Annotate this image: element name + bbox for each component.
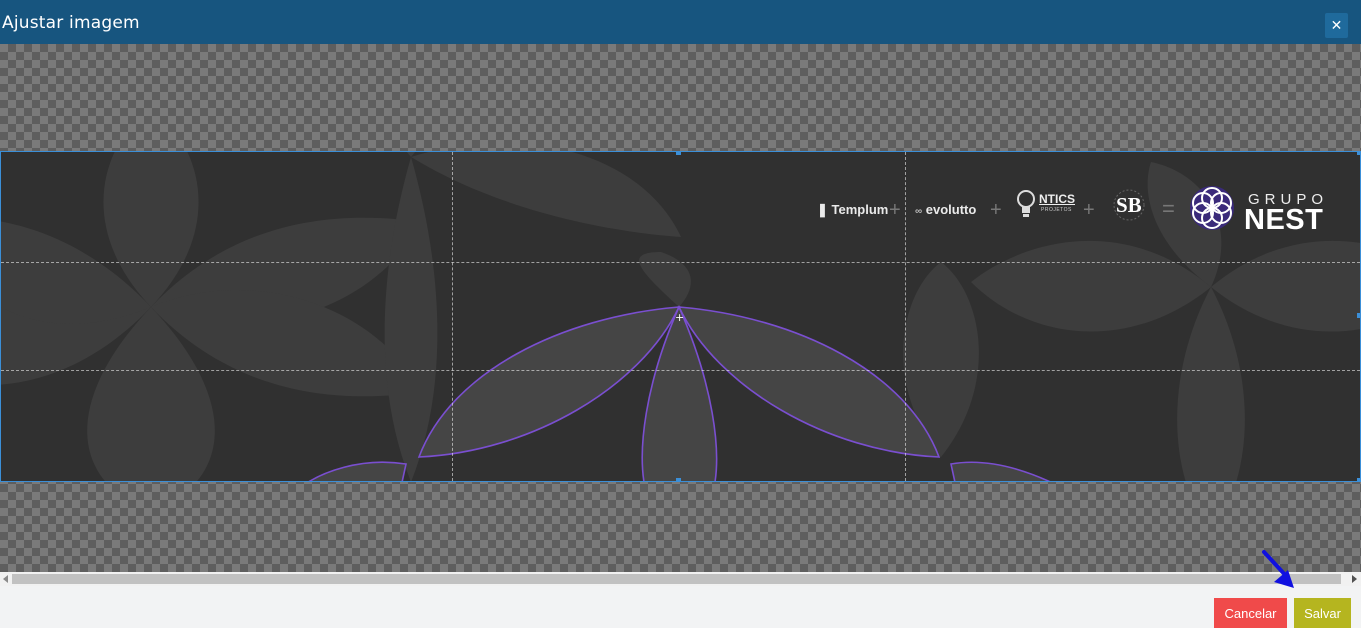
evolutto-mark-icon: ∞ — [915, 206, 923, 217]
crop-handle-top-right[interactable] — [1357, 152, 1360, 155]
plus-sign-2: + — [990, 199, 1002, 221]
templum-mark-icon: ❚ — [817, 202, 828, 217]
cancel-button[interactable]: Cancelar — [1214, 598, 1287, 628]
crop-handle-right[interactable] — [1357, 313, 1360, 318]
sb-logo: SB — [1111, 187, 1151, 223]
crop-handle-bottom-right[interactable] — [1357, 478, 1360, 481]
crop-area[interactable]: + ❚ Templum + ∞ evolutto + NTICS PROJETO… — [0, 151, 1361, 482]
grid-line-v1 — [452, 152, 453, 481]
equals-sign: = — [1162, 196, 1175, 221]
scroll-left-icon[interactable] — [3, 575, 8, 583]
plus-sign-3: + — [1083, 199, 1095, 221]
crop-handle-top[interactable] — [676, 152, 681, 155]
grupo-nest-logo: GRUPO NEST — [1188, 182, 1323, 236]
grid-line-h2 — [1, 370, 1360, 371]
dialog-title: Ajustar imagem — [2, 13, 140, 33]
partner-logos: ❚ Templum + ∞ evolutto + NTICS PROJETOS … — [817, 182, 1337, 242]
templum-logo: ❚ Templum — [817, 202, 889, 217]
evolutto-logo: ∞ evolutto — [915, 202, 977, 217]
nest-flower-icon — [1190, 186, 1234, 230]
close-icon: ✕ — [1330, 17, 1343, 34]
pointer-arrow-icon — [1262, 550, 1294, 588]
save-button[interactable]: Salvar — [1294, 598, 1351, 628]
dialog-footer: Cancelar Salvar — [0, 586, 1361, 628]
image-crop-editor[interactable]: + ❚ Templum + ∞ evolutto + NTICS PROJETO… — [0, 44, 1361, 572]
center-crosshair-icon: + — [675, 311, 685, 324]
crop-handle-bottom[interactable] — [676, 478, 681, 481]
dialog-header: Ajustar imagem ✕ — [0, 0, 1361, 44]
scrollbar-thumb[interactable] — [12, 574, 1341, 584]
plus-sign-1: + — [889, 199, 901, 221]
grid-line-h1 — [1, 262, 1360, 263]
lightbulb-icon — [1017, 190, 1035, 217]
close-button[interactable]: ✕ — [1325, 13, 1348, 38]
horizontal-scrollbar[interactable] — [0, 572, 1361, 586]
scroll-right-icon[interactable] — [1352, 575, 1357, 583]
ntics-logo: NTICS PROJETOS — [1017, 190, 1077, 222]
